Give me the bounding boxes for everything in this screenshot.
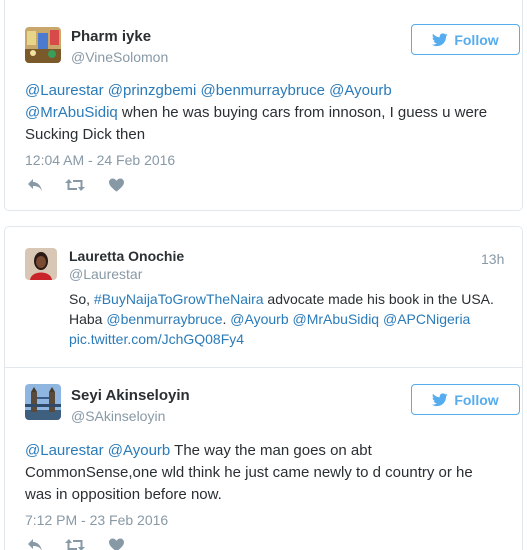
like-icon[interactable] bbox=[109, 538, 124, 550]
mention-link[interactable]: @MrAbuSidiq bbox=[293, 311, 380, 327]
mention-link[interactable]: @Ayourb bbox=[329, 82, 391, 99]
mention-link[interactable]: @benmurraybruce bbox=[106, 311, 222, 327]
mention-link[interactable]: @Ayourb bbox=[108, 442, 170, 459]
quoted-time-ago[interactable]: 13h bbox=[481, 251, 504, 267]
avatar-lauretta-onochie[interactable] bbox=[25, 248, 57, 280]
tweet-text-segment: The way the man goes on abt bbox=[170, 442, 372, 459]
follow-button[interactable]: Follow bbox=[411, 384, 520, 415]
mention-link[interactable]: @benmurraybruce bbox=[201, 82, 325, 99]
pic-link[interactable]: pic.twitter.com/JchGQ08Fy4 bbox=[69, 331, 244, 347]
mention-link[interactable]: @APCNigeria bbox=[383, 311, 470, 327]
mention-link[interactable]: @prinzgbemi bbox=[108, 82, 197, 99]
tweet-text-segment: was in opposition before now. bbox=[25, 486, 222, 503]
avatar-pharm-iyke[interactable] bbox=[25, 27, 61, 63]
follow-label: Follow bbox=[454, 31, 499, 48]
follow-button[interactable]: Follow bbox=[411, 24, 520, 55]
retweet-icon[interactable] bbox=[65, 538, 85, 550]
mention-link[interactable]: @MrAbuSidiq bbox=[25, 104, 118, 121]
like-icon[interactable] bbox=[109, 178, 124, 197]
tweet-actions bbox=[27, 538, 124, 550]
tweet-text-segment: when he was buying cars from innoson, I … bbox=[117, 104, 488, 121]
quoted-author-handle[interactable]: @Laurestar bbox=[69, 266, 142, 282]
tweet-card-sakinseloyin: Lauretta Onochie @Laurestar 13h So, #Buy… bbox=[4, 226, 523, 550]
author-name[interactable]: Seyi Akinseloyin bbox=[71, 387, 190, 404]
quoted-tweet-text: So, #BuyNaijaToGrowTheNaira advocate mad… bbox=[69, 289, 519, 349]
divider bbox=[5, 367, 522, 368]
follow-label: Follow bbox=[454, 391, 499, 408]
tweet-timestamp[interactable]: 12:04 AM - 24 Feb 2016 bbox=[25, 152, 175, 168]
bird-icon bbox=[432, 392, 449, 406]
tweet-text-segment: So, bbox=[69, 291, 94, 307]
tweet-text-segment: Sucking Dick then bbox=[25, 126, 146, 143]
quoted-author-name[interactable]: Lauretta Onochie bbox=[69, 248, 184, 264]
mention-link[interactable]: @Ayourb bbox=[230, 311, 288, 327]
reply-icon[interactable] bbox=[27, 538, 43, 550]
tweet-text: @Laurestar @prinzgbemi @benmurraybruce @… bbox=[25, 80, 515, 146]
mention-link[interactable]: @Laurestar bbox=[25, 442, 104, 459]
tweet-text: @Laurestar @Ayourb The way the man goes … bbox=[25, 440, 520, 506]
avatar-seyi-akinseloyin[interactable] bbox=[25, 384, 61, 420]
tweet-text-segment: CommonSense,one wld think he just came n… bbox=[25, 464, 473, 481]
tweet-text-segment: Haba bbox=[69, 311, 107, 327]
tweet-timestamp[interactable]: 7:12 PM - 23 Feb 2016 bbox=[25, 512, 168, 528]
tweet-actions bbox=[27, 178, 124, 197]
tweet-text-segment: advocate made his book in the USA. bbox=[263, 291, 494, 307]
bird-icon bbox=[432, 32, 449, 46]
reply-icon[interactable] bbox=[27, 178, 43, 197]
author-handle[interactable]: @VineSolomon bbox=[71, 49, 168, 65]
mention-link[interactable]: @Laurestar bbox=[25, 82, 104, 99]
author-name[interactable]: Pharm iyke bbox=[71, 28, 151, 45]
tweet-card-vinesolomon: Pharm iyke @VineSolomon Follow @Lauresta… bbox=[4, 0, 523, 211]
retweet-icon[interactable] bbox=[65, 178, 85, 197]
hashtag-link[interactable]: #BuyNaijaToGrowTheNaira bbox=[94, 291, 264, 307]
author-handle[interactable]: @SAkinseloyin bbox=[71, 408, 165, 424]
